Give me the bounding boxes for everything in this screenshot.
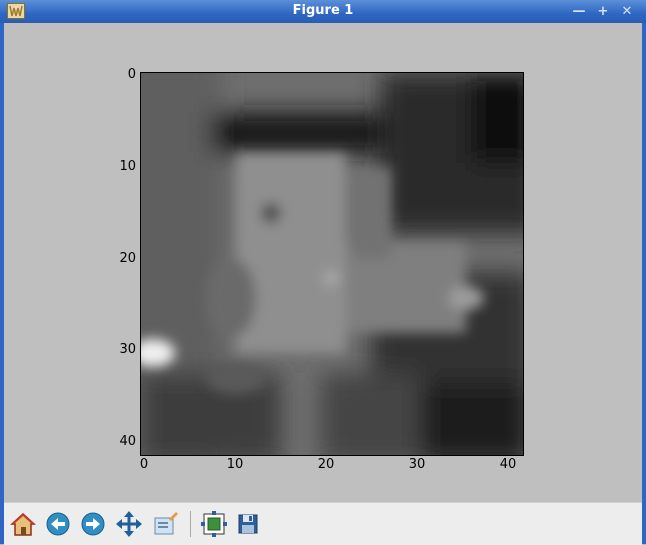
y-tick-label: 0 bbox=[127, 67, 136, 82]
y-tick-label: 20 bbox=[119, 251, 136, 266]
subplots-configure-icon[interactable] bbox=[201, 511, 227, 537]
x-tick-label: 10 bbox=[226, 457, 244, 472]
home-icon[interactable] bbox=[10, 511, 36, 537]
y-tick-label: 10 bbox=[119, 159, 136, 174]
zoom-rectangle-icon[interactable] bbox=[153, 511, 179, 537]
grayscale-image bbox=[141, 73, 523, 455]
pan-move-icon[interactable] bbox=[116, 511, 142, 537]
toolbar-separator bbox=[190, 511, 191, 537]
window-title: Figure 1 bbox=[292, 3, 354, 18]
y-tick-label: 30 bbox=[119, 342, 136, 357]
close-button[interactable]: ✕ bbox=[616, 2, 638, 21]
x-tick-label: 30 bbox=[408, 457, 426, 472]
x-tick-label: 0 bbox=[139, 457, 149, 472]
navigation-toolbar bbox=[4, 502, 642, 545]
save-floppy-icon[interactable] bbox=[236, 511, 262, 537]
maximize-button[interactable]: + bbox=[592, 2, 614, 21]
window-frame-right bbox=[642, 23, 646, 544]
image-plot[interactable] bbox=[140, 72, 524, 456]
minimize-button[interactable]: — bbox=[568, 2, 590, 21]
x-tick-label: 40 bbox=[499, 457, 517, 472]
back-arrow-icon[interactable] bbox=[45, 511, 71, 537]
y-tick-label: 40 bbox=[119, 434, 136, 449]
x-tick-label: 20 bbox=[317, 457, 335, 472]
forward-arrow-icon[interactable] bbox=[80, 511, 106, 537]
title-bar: Figure 1 — + ✕ bbox=[0, 0, 646, 24]
